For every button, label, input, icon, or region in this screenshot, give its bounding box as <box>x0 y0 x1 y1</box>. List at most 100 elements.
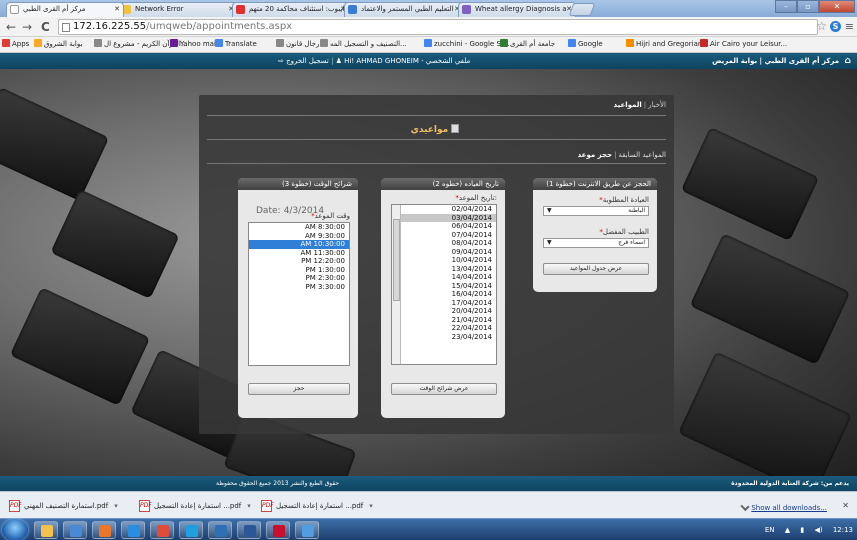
skype-ext-icon[interactable]: S <box>830 21 841 32</box>
bookmark-item[interactable]: Translate <box>215 37 257 52</box>
bookmark-icon <box>34 39 42 47</box>
site-brand[interactable]: مركز أم القرى الطبي | بوابة المريض ⌂ <box>712 53 851 69</box>
network-icon[interactable]: ▮ <box>800 526 804 534</box>
date-listbox[interactable]: 02/04/2014 03/04/2014 06/04/2014 07/04/2014… <box>391 204 497 365</box>
scrollbar-thumb[interactable] <box>393 219 400 301</box>
volume-icon[interactable]: ◀) <box>814 526 822 534</box>
chevron-down-icon[interactable]: ▾ <box>247 502 251 510</box>
time-option[interactable]: AM 10:30:00 <box>249 240 349 249</box>
time-listbox[interactable]: AM 8:30:00 AM 9:30:00 AM 10:30:00 AM 11:30:… <box>248 222 350 366</box>
taskbar-app-app7[interactable] <box>208 521 232 539</box>
clock[interactable]: 12:13 <box>833 526 853 534</box>
taskbar-app-firefox[interactable] <box>92 521 116 539</box>
date-option[interactable]: 03/04/2014 <box>401 213 496 222</box>
date-option[interactable]: 21/04/2014 <box>401 316 496 325</box>
time-option[interactable]: PM 3:30:00 <box>249 283 349 292</box>
tab-wheat[interactable]: Wheat allergy Diagnosis a ✕ <box>458 2 576 17</box>
tab-umq[interactable]: مركز أم القرى الطبي ✕ <box>6 2 124 17</box>
doctor-select[interactable]: ▼ اسماء فرج <box>543 238 649 248</box>
taskbar-app-app10[interactable] <box>295 521 319 539</box>
date-option[interactable]: 15/04/2014 <box>401 282 496 291</box>
tab-previous-appointments[interactable]: المواعيد السابقة <box>618 151 666 159</box>
url-input[interactable]: 172.16.225.55/umqweb/appointments.aspx <box>58 19 818 35</box>
tab-label: ايبوب: استئناف محاكمة 20 متهم <box>249 5 345 13</box>
taskbar-app-media[interactable] <box>63 521 87 539</box>
time-option[interactable]: AM 11:30:00 <box>249 249 349 258</box>
bookmark-item[interactable]: رجال قانون <box>276 37 319 52</box>
menu-icon[interactable]: ≡ <box>845 20 854 33</box>
date-option[interactable]: 17/04/2014 <box>401 299 496 308</box>
download-item[interactable]: PDF استمارة التصنيف المهني.pdf ▾ <box>6 497 126 515</box>
download-item[interactable]: PDF استمارة إعادة التسجيل ...pdf ▾ <box>136 497 256 515</box>
close-icon[interactable]: ✕ <box>114 3 120 16</box>
scrollbar[interactable] <box>392 205 401 364</box>
bookmark-item[interactable]: Yahoo mail <box>170 37 218 52</box>
taskbar-app-word[interactable] <box>237 521 261 539</box>
bookmark-item[interactable]: جامعة أم القرى <box>500 37 555 52</box>
breadcrumb-news-link[interactable]: الأخبار <box>648 101 666 109</box>
tab-cme[interactable]: التعليم الطبي المستمر والاعتماد ✕ <box>344 2 464 17</box>
chevron-down-icon[interactable]: ▾ <box>114 502 118 510</box>
close-window-button[interactable]: ✕ <box>819 0 855 13</box>
date-option[interactable]: 13/04/2014 <box>401 265 496 274</box>
date-option[interactable]: 20/04/2014 <box>401 307 496 316</box>
show-schedule-button[interactable]: عرض جدول المواعيد <box>543 263 649 275</box>
new-tab-button[interactable] <box>568 3 596 16</box>
bookmark-item[interactable]: التصنيف و التسجيل المه... <box>320 37 407 52</box>
bookmark-item[interactable]: Google <box>568 37 603 52</box>
forward-button[interactable]: → <box>22 20 32 34</box>
chevron-down-icon[interactable]: ▾ <box>369 502 373 510</box>
time-option[interactable]: PM 12:20:00 <box>249 257 349 266</box>
bookmark-item[interactable]: Hijri and Gregorian ... <box>626 37 711 52</box>
show-time-slots-button[interactable]: عرض شرائح الوقت <box>391 383 497 395</box>
site-header: ⇨ تسجيل الخروج | ♟ Hi! AHMAD GHONEIM - م… <box>0 53 857 69</box>
date-option[interactable]: 23/04/2014 <box>401 333 496 342</box>
reload-button[interactable]: C <box>41 20 50 34</box>
time-option[interactable]: PM 1:30:00 <box>249 266 349 275</box>
date-option[interactable]: 14/04/2014 <box>401 273 496 282</box>
bookmark-star-icon[interactable]: ☆ <box>816 19 827 33</box>
date-option[interactable]: 16/04/2014 <box>401 290 496 299</box>
bookmark-item[interactable]: بوابة الشروق <box>34 37 82 52</box>
date-option[interactable]: 09/04/2014 <box>401 248 496 257</box>
url-host: 172.16.225.55 <box>73 21 147 32</box>
bookmark-item[interactable]: Air Cairo your Leisur... <box>700 37 787 52</box>
bookmark-item[interactable]: zucchini - Google Se... <box>424 37 512 52</box>
show-all-downloads-link[interactable]: Show all downloads... <box>740 501 827 512</box>
copyright-text: حقوق الطبع والنشر 2013 جميع الحقوق محفوظ… <box>216 480 340 487</box>
date-option[interactable]: 22/04/2014 <box>401 324 496 333</box>
tab-news[interactable]: ايبوب: استئناف محاكمة 20 متهم ✕ <box>232 2 350 17</box>
user-profile-link[interactable]: Hi! AHMAD GHONEIM - ملفي الشخصي <box>344 57 470 65</box>
taskbar-app-pdf[interactable] <box>266 521 290 539</box>
taskbar-app-ie[interactable] <box>121 521 145 539</box>
subtabs: المواعيد السابقة|حجز موعد <box>577 151 666 159</box>
logout-link[interactable]: تسجيل الخروج <box>286 57 329 65</box>
maximize-button[interactable]: ▫ <box>797 0 819 13</box>
tab-network-error[interactable]: Network Error ✕ <box>118 2 238 17</box>
bookmark-icon <box>320 39 328 47</box>
taskbar-app-explorer[interactable] <box>34 521 58 539</box>
date-option[interactable]: 10/04/2014 <box>401 256 496 265</box>
clinic-select[interactable]: ▼ الباطنة <box>543 206 649 216</box>
close-icon[interactable]: ✕ <box>842 501 849 510</box>
page-icon <box>462 5 471 14</box>
minimize-button[interactable]: – <box>775 0 797 13</box>
back-button[interactable]: ← <box>6 20 16 34</box>
bookmark-item[interactable]: Apps <box>2 37 29 52</box>
book-button[interactable]: حجز <box>248 383 350 395</box>
date-option[interactable]: 08/04/2014 <box>401 239 496 248</box>
tray-arrow-icon[interactable]: ▲ <box>785 526 790 534</box>
date-option[interactable]: 02/04/2014 <box>401 205 496 214</box>
doctor-label: *الطبيب المفضل <box>599 228 649 236</box>
language-indicator[interactable]: EN <box>765 526 775 534</box>
download-item[interactable]: PDF استمارة إعادة التسجيل ...pdf ▾ <box>258 497 380 515</box>
start-button[interactable] <box>2 519 28 540</box>
time-option[interactable]: AM 9:30:00 <box>249 232 349 241</box>
date-option[interactable]: 07/04/2014 <box>401 231 496 240</box>
taskbar-app-skype[interactable] <box>179 521 203 539</box>
time-option[interactable]: AM 8:30:00 <box>249 223 349 232</box>
time-option[interactable]: PM 2:30:00 <box>249 274 349 283</box>
taskbar-app-chrome[interactable] <box>150 521 174 539</box>
date-option[interactable]: 06/04/2014 <box>401 222 496 231</box>
tab-book-appointment[interactable]: حجز موعد <box>578 151 612 159</box>
